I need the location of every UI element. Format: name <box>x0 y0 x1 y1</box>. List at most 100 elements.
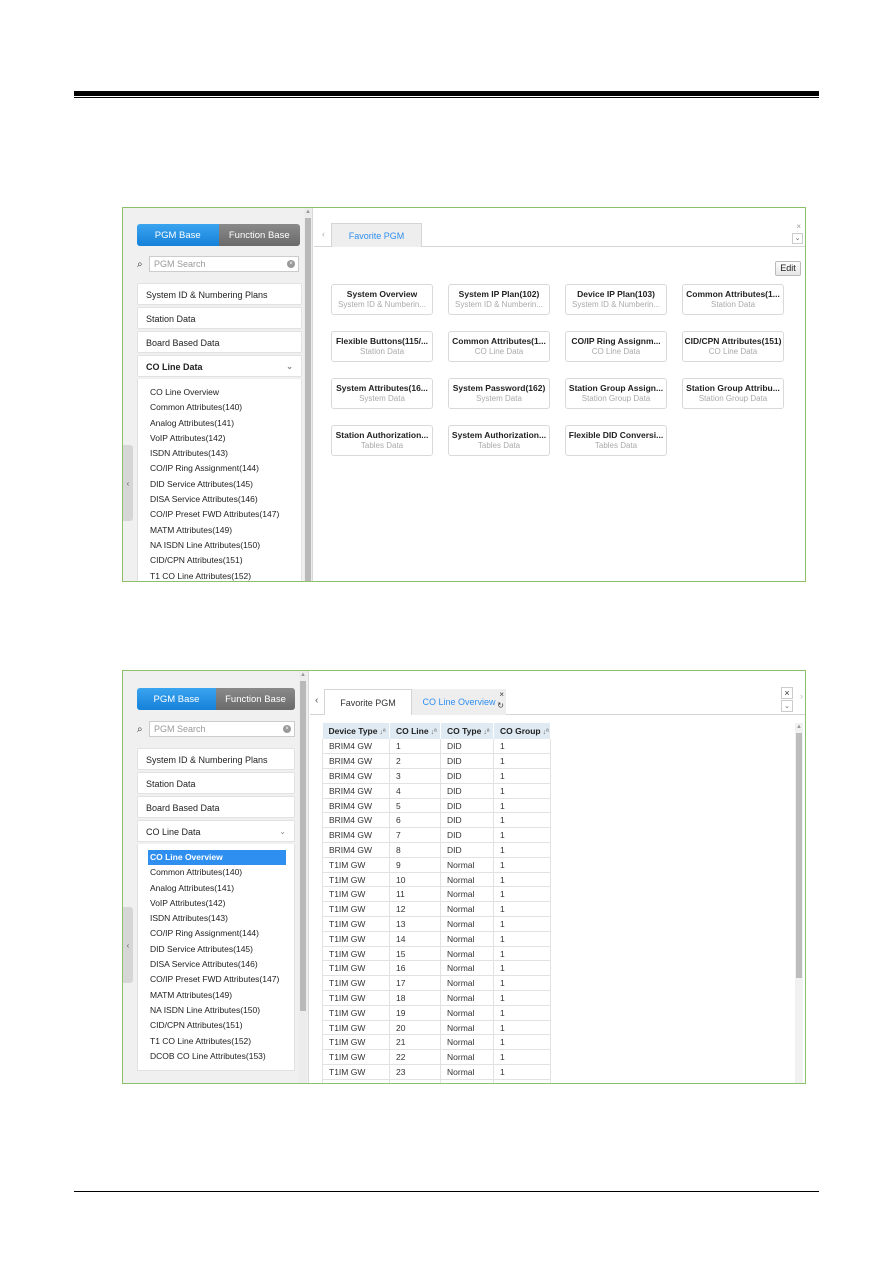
table-row[interactable]: T1IM GW 14 Normal 1 <box>322 931 551 947</box>
tab-scroll-left-icon[interactable]: ‹ <box>315 695 318 706</box>
scrollbar-thumb[interactable] <box>300 681 306 1011</box>
submenu-item[interactable]: NA ISDN Line Attributes(150) <box>150 538 301 553</box>
menu-group-board-based-data[interactable]: Board Based Data <box>137 331 302 353</box>
submenu-item[interactable]: CID/CPN Attributes(151) <box>150 553 301 568</box>
submenu-item[interactable]: T1 CO Line Attributes(152) <box>150 1034 294 1049</box>
table-row[interactable]: T1IM GW 10 Normal 1 <box>322 872 551 888</box>
table-row[interactable]: T1IM GW 19 Normal 1 <box>322 1005 551 1021</box>
table-scrollbar[interactable]: ▲ <box>795 723 803 1083</box>
table-row[interactable]: BRIM4 GW 5 DID 1 <box>322 798 551 814</box>
submenu-item[interactable]: T1 CO Line Attributes(152) <box>150 569 301 581</box>
tab-favorite-pgm[interactable]: Favorite PGM <box>324 689 412 715</box>
sort-icon[interactable]: ↓ª <box>483 729 489 736</box>
submenu-item[interactable]: VoIP Attributes(142) <box>150 431 301 446</box>
table-row[interactable]: T1IM GW 9 Normal 1 <box>322 857 551 873</box>
favorite-card[interactable]: System Attributes(16... System Data <box>331 378 433 409</box>
column-header-co-line[interactable]: CO Line ↓ª <box>389 723 441 739</box>
scrollbar-thumb[interactable] <box>305 218 311 581</box>
menu-group-co-line-data[interactable]: CO Line Data ⌄ <box>137 355 302 377</box>
table-row[interactable]: T1IM GW 17 Normal 1 <box>322 975 551 992</box>
table-row[interactable]: T1IM GW 15 Normal 1 <box>322 946 551 962</box>
favorite-card[interactable]: Flexible DID Conversi... Tables Data <box>565 425 667 456</box>
table-row[interactable]: T1IM GW 21 Normal 1 <box>322 1034 551 1051</box>
table-row[interactable]: T1IM GW 18 Normal 1 <box>322 990 551 1006</box>
menu-group-station-data[interactable]: Station Data <box>137 307 302 329</box>
menu-group-system-id[interactable]: System ID & Numbering Plans <box>137 283 302 305</box>
function-base-button[interactable]: Function Base <box>216 688 295 710</box>
column-header-co-type[interactable]: CO Type ↓ª <box>440 723 494 739</box>
pgm-base-button[interactable]: PGM Base <box>137 224 219 246</box>
base-toggle[interactable]: PGM Base Function Base <box>137 224 300 246</box>
table-row[interactable]: BRIM4 GW 7 DID 1 <box>322 827 551 844</box>
submenu-item[interactable]: CO/IP Ring Assignment(144) <box>150 461 301 476</box>
tab-co-line-overview[interactable]: CO Line Overview × ↻ <box>412 689 506 715</box>
favorite-card[interactable]: System IP Plan(102) System ID & Numberin.… <box>448 284 550 315</box>
scrollbar-thumb[interactable] <box>796 733 802 978</box>
table-row[interactable]: T1IM GW 23 Normal 1 <box>322 1064 551 1080</box>
scroll-up-icon[interactable]: ▲ <box>795 723 803 731</box>
table-row[interactable]: BRIM4 GW 1 DID 1 <box>322 739 551 755</box>
favorite-card[interactable]: Station Authorization... Tables Data <box>331 425 433 456</box>
submenu-item[interactable]: VoIP Attributes(142) <box>150 896 294 911</box>
close-icon[interactable]: × <box>796 222 801 231</box>
favorite-card[interactable]: Flexible Buttons(115/... Station Data <box>331 331 433 362</box>
collapse-sidebar-button[interactable]: ‹ <box>123 907 133 983</box>
menu-group-board-based-data[interactable]: Board Based Data <box>137 796 295 818</box>
submenu-item[interactable]: CO/IP Preset FWD Attributes(147) <box>150 972 294 987</box>
column-header-device-type[interactable]: Device Type ↓ª <box>322 723 390 739</box>
table-row[interactable]: BRIM4 GW 2 DID 1 <box>322 753 551 770</box>
submenu-item[interactable]: NA ISDN Line Attributes(150) <box>150 1003 294 1018</box>
base-toggle[interactable]: PGM Base Function Base <box>137 688 295 710</box>
scroll-up-icon[interactable]: ▲ <box>304 208 312 216</box>
menu-group-system-id[interactable]: System ID & Numbering Plans <box>137 748 295 770</box>
favorite-card[interactable]: Station Group Assign... Station Group Dat… <box>565 378 667 409</box>
tab-list-dropdown-icon[interactable]: ⌄ <box>792 233 803 244</box>
clear-search-icon[interactable]: × <box>283 725 291 733</box>
pgm-search-input[interactable]: PGM Search × <box>149 721 295 737</box>
submenu-item[interactable]: Common Attributes(140) <box>150 865 294 880</box>
submenu-item[interactable]: CID/CPN Attributes(151) <box>150 1018 294 1033</box>
tab-scroll-left-icon[interactable]: ‹ <box>322 229 325 239</box>
submenu-item[interactable]: Analog Attributes(141) <box>150 881 294 896</box>
collapse-sidebar-button[interactable]: ‹ <box>123 445 133 521</box>
submenu-item[interactable]: CO/IP Preset FWD Attributes(147) <box>150 507 301 522</box>
submenu-item[interactable]: MATM Attributes(149) <box>150 523 301 538</box>
submenu-item[interactable]: ISDN Attributes(143) <box>150 446 301 461</box>
submenu-item[interactable]: CO Line Overview <box>150 385 301 400</box>
table-row[interactable]: T1IM GW 11 Normal 1 <box>322 886 551 903</box>
close-all-icon[interactable]: × <box>781 687 793 699</box>
pgm-search-input[interactable]: PGM Search × <box>149 256 299 272</box>
table-row[interactable]: T1IM GW 13 Normal 1 <box>322 916 551 932</box>
favorite-card[interactable]: System Overview System ID & Numberin... <box>331 284 433 315</box>
sort-icon[interactable]: ↓ª <box>431 729 437 736</box>
tab-favorite-pgm[interactable]: Favorite PGM <box>331 223 422 247</box>
submenu-item[interactable]: CO/IP Ring Assignment(144) <box>150 926 294 941</box>
table-row[interactable]: BRIM4 GW 8 DID 1 <box>322 842 551 858</box>
table-row[interactable]: BRIM4 GW 6 DID 1 <box>322 812 551 829</box>
sidebar-scrollbar[interactable]: ▲ <box>299 671 307 1083</box>
favorite-card[interactable]: CO/IP Ring Assignm... CO Line Data <box>565 331 667 362</box>
table-row[interactable]: T1IM GW 22 Normal 1 <box>322 1049 551 1066</box>
favorite-card[interactable]: Device IP Plan(103) System ID & Numberin.… <box>565 284 667 315</box>
favorite-card[interactable]: CID/CPN Attributes(151) CO Line Data <box>682 331 784 362</box>
sort-icon[interactable]: ↓ª <box>379 729 385 736</box>
favorite-card[interactable]: Common Attributes(1... CO Line Data <box>448 331 550 362</box>
favorite-card[interactable]: Station Group Attribu... Station Group Da… <box>682 378 784 409</box>
submenu-item[interactable]: DID Service Attributes(145) <box>150 477 301 492</box>
close-tab-icon[interactable]: × <box>499 690 504 699</box>
submenu-item[interactable]: ISDN Attributes(143) <box>150 911 294 926</box>
menu-group-co-line-data[interactable]: CO Line Data ⌄ <box>137 820 295 842</box>
submenu-item[interactable]: DISA Service Attributes(146) <box>150 957 294 972</box>
sort-icon[interactable]: ↓ª <box>543 729 549 736</box>
favorite-card[interactable]: Common Attributes(1... Station Data <box>682 284 784 315</box>
function-base-button[interactable]: Function Base <box>218 224 300 246</box>
favorite-card[interactable]: System Authorization... Tables Data <box>448 425 550 456</box>
submenu-item[interactable]: DISA Service Attributes(146) <box>150 492 301 507</box>
scroll-up-icon[interactable]: ▲ <box>299 671 307 679</box>
pgm-base-button[interactable]: PGM Base <box>137 688 216 710</box>
submenu-item[interactable]: DCOB CO Line Attributes(153) <box>150 1049 294 1064</box>
tab-list-dropdown-icon[interactable]: ⌄ <box>781 700 793 712</box>
column-header-co-group[interactable]: CO Group ↓ª <box>493 723 551 739</box>
submenu-item[interactable]: DID Service Attributes(145) <box>150 942 294 957</box>
table-row[interactable]: T1IM GW 20 Normal 1 <box>322 1020 551 1036</box>
